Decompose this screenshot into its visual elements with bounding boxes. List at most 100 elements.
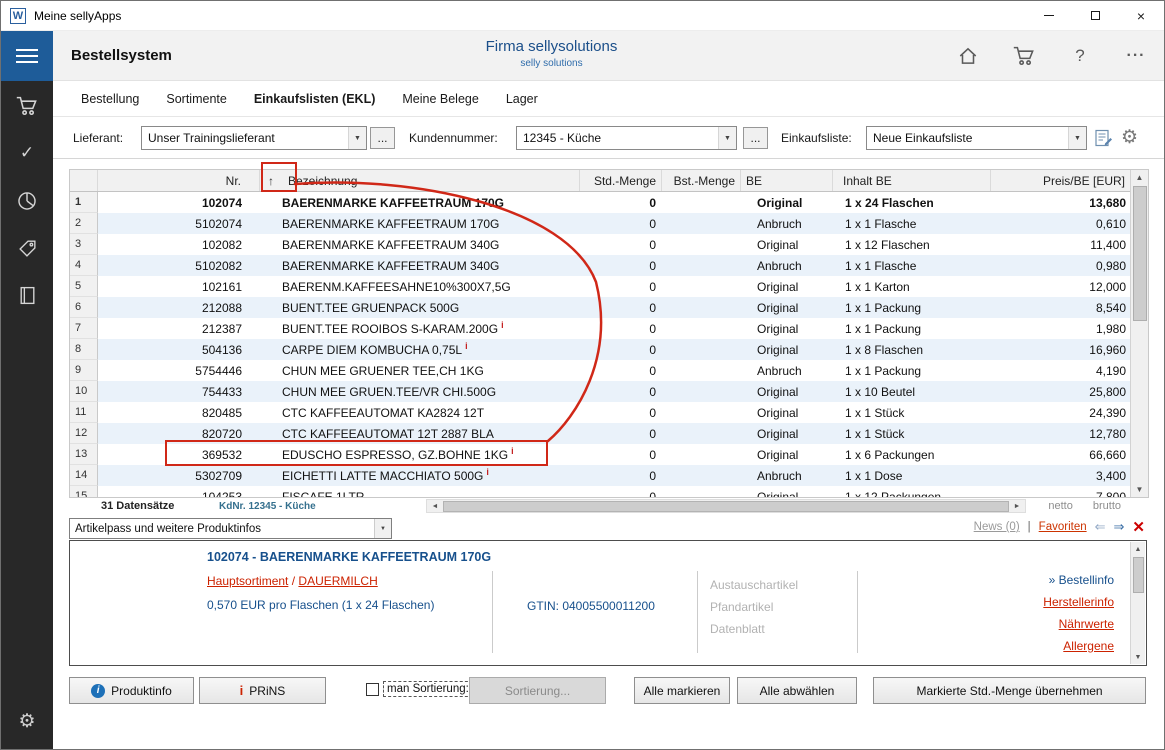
cell-nr[interactable]: 820485	[98, 402, 260, 423]
brutto-label[interactable]: brutto	[1093, 500, 1121, 512]
minimize-button[interactable]	[1026, 1, 1072, 30]
cell-be[interactable]: Original	[741, 192, 833, 213]
cell-preis[interactable]: 0,980	[991, 255, 1130, 276]
header-preis[interactable]: Preis/BE [EUR]	[991, 170, 1132, 191]
cell-inhalt[interactable]: 1 x 1 Dose	[833, 465, 991, 486]
man-sortierung-label[interactable]: man Sortierung:	[384, 682, 472, 696]
cell-preis[interactable]: 66,660	[991, 444, 1130, 465]
cell-bst[interactable]	[662, 381, 741, 402]
cell-nr[interactable]: 102074	[98, 192, 260, 213]
einkaufsliste-select[interactable]: Neue Einkaufsliste ▼	[866, 126, 1087, 150]
cell-bst[interactable]	[662, 465, 741, 486]
cell-preis[interactable]: 4,190	[991, 360, 1130, 381]
close-panel-icon[interactable]: ✕	[1132, 520, 1145, 535]
maximize-button[interactable]	[1072, 1, 1118, 30]
cell-inhalt[interactable]: 1 x 1 Karton	[833, 276, 991, 297]
cell-std[interactable]: 0	[580, 234, 662, 255]
home-icon[interactable]	[956, 44, 980, 68]
cell-preis[interactable]: 13,680	[991, 192, 1130, 213]
cell-bst[interactable]	[662, 360, 741, 381]
cell-preis[interactable]: 8,540	[991, 297, 1130, 318]
cell-be[interactable]: Original	[741, 402, 833, 423]
cell-rownum[interactable]: 6	[70, 297, 98, 318]
cell-std[interactable]: 0	[580, 297, 662, 318]
edit-list-icon[interactable]	[1094, 128, 1114, 148]
cell-nr[interactable]: 102161	[98, 276, 260, 297]
cell-std[interactable]: 0	[580, 192, 662, 213]
cell-nr[interactable]: 5102074	[98, 213, 260, 234]
cell-std[interactable]: 0	[580, 213, 662, 234]
cell-bst[interactable]	[662, 423, 741, 444]
table-row[interactable]: 13369532EDUSCHO ESPRESSO, GZ.BOHNE 1KGi0…	[70, 444, 1130, 465]
cell-name[interactable]: BAERENMARKE KAFFEETRAUM 170G	[260, 192, 580, 213]
detail-link-allergene[interactable]: Allergene	[1043, 635, 1114, 657]
cell-nr[interactable]: 5102082	[98, 255, 260, 276]
alle-markieren-button[interactable]: Alle markieren	[634, 677, 730, 704]
cell-rownum[interactable]: 12	[70, 423, 98, 444]
table-row[interactable]: 145302709EICHETTI LATTE MACCHIATO 500Gi0…	[70, 465, 1130, 486]
man-sortierung-checkbox[interactable]	[366, 683, 379, 696]
favoriten-link[interactable]: Favoriten	[1039, 521, 1087, 533]
cell-rownum[interactable]: 5	[70, 276, 98, 297]
kundennummer-more-button[interactable]: ...	[743, 127, 768, 149]
cell-rownum[interactable]: 11	[70, 402, 98, 423]
cell-be[interactable]: Original	[741, 444, 833, 465]
cell-name[interactable]: EICHETTI LATTE MACCHIATO 500Gi	[260, 465, 580, 486]
cell-std[interactable]: 0	[580, 444, 662, 465]
cell-inhalt[interactable]: 1 x 1 Packung	[833, 318, 991, 339]
cell-nr[interactable]: 104253	[98, 486, 260, 497]
table-row[interactable]: 3102082BAERENMARKE KAFFEETRAUM 340G0Orig…	[70, 234, 1130, 255]
detail-link-bestellinfo[interactable]: » Bestellinfo	[1043, 569, 1114, 591]
cell-preis[interactable]: 7,800	[991, 486, 1130, 497]
cell-std[interactable]: 0	[580, 255, 662, 276]
cell-std[interactable]: 0	[580, 360, 662, 381]
cell-rownum[interactable]: 2	[70, 213, 98, 234]
cell-nr[interactable]: 754433	[98, 381, 260, 402]
cell-bst[interactable]	[662, 255, 741, 276]
lieferant-more-button[interactable]: ...	[370, 127, 395, 149]
table-vertical-scrollbar[interactable]: ▲ ▼	[1130, 170, 1148, 497]
cell-inhalt[interactable]: 1 x 1 Stück	[833, 402, 991, 423]
cell-bst[interactable]	[662, 234, 741, 255]
cell-name[interactable]: BAERENMARKE KAFFEETRAUM 170G	[260, 213, 580, 234]
cell-be[interactable]: Original	[741, 423, 833, 444]
cell-bst[interactable]	[662, 486, 741, 497]
produktinfo-select[interactable]: Artikelpass und weitere Produktinfos ▼	[69, 518, 392, 539]
cell-bst[interactable]	[662, 444, 741, 465]
cell-be[interactable]: Anbruch	[741, 255, 833, 276]
cell-bst[interactable]	[662, 192, 741, 213]
cell-bst[interactable]	[662, 297, 741, 318]
cell-inhalt[interactable]: 1 x 12 Packungen	[833, 486, 991, 497]
scrollbar-thumb[interactable]	[1133, 557, 1144, 593]
cell-preis[interactable]: 24,390	[991, 402, 1130, 423]
cell-rownum[interactable]: 1	[70, 192, 98, 213]
cell-name[interactable]: FISCAFE 1LTR	[260, 486, 580, 497]
cell-inhalt[interactable]: 1 x 24 Flaschen	[833, 192, 991, 213]
cell-preis[interactable]: 12,000	[991, 276, 1130, 297]
cell-nr[interactable]: 5754446	[98, 360, 260, 381]
dauermilch-link[interactable]: DAUERMILCH	[298, 574, 377, 588]
cell-preis[interactable]: 3,400	[991, 465, 1130, 486]
cell-name[interactable]: BUENT.TEE ROOIBOS S-KARAM.200Gi	[260, 318, 580, 339]
header-bst-menge[interactable]: Bst.-Menge	[662, 170, 741, 191]
cell-preis[interactable]: 12,780	[991, 423, 1130, 444]
cell-rownum[interactable]: 9	[70, 360, 98, 381]
kundennummer-select[interactable]: 12345 - Küche ▼	[516, 126, 737, 150]
table-row[interactable]: 8504136CARPE DIEM KOMBUCHA 0,75Li0Origin…	[70, 339, 1130, 360]
uebernehmen-button[interactable]: Markierte Std.-Menge übernehmen	[873, 677, 1146, 704]
cart-icon[interactable]	[1012, 44, 1036, 68]
scrollbar-thumb[interactable]	[443, 501, 1009, 512]
cell-rownum[interactable]: 8	[70, 339, 98, 360]
cell-name[interactable]: BUENT.TEE GRUENPACK 500G	[260, 297, 580, 318]
cell-inhalt[interactable]: 1 x 12 Flaschen	[833, 234, 991, 255]
cell-nr[interactable]: 5302709	[98, 465, 260, 486]
scroll-down-icon[interactable]: ▼	[1131, 650, 1145, 664]
cell-be[interactable]: Anbruch	[741, 213, 833, 234]
alle-abwaehlen-button[interactable]: Alle abwählen	[737, 677, 857, 704]
cell-rownum[interactable]: 14	[70, 465, 98, 486]
header-inhalt-be[interactable]: Inhalt BE	[833, 170, 991, 191]
cell-nr[interactable]: 504136	[98, 339, 260, 360]
scroll-up-icon[interactable]: ▲	[1131, 170, 1148, 185]
cell-preis[interactable]: 25,800	[991, 381, 1130, 402]
cell-name[interactable]: BAERENMARKE KAFFEETRAUM 340G	[260, 255, 580, 276]
